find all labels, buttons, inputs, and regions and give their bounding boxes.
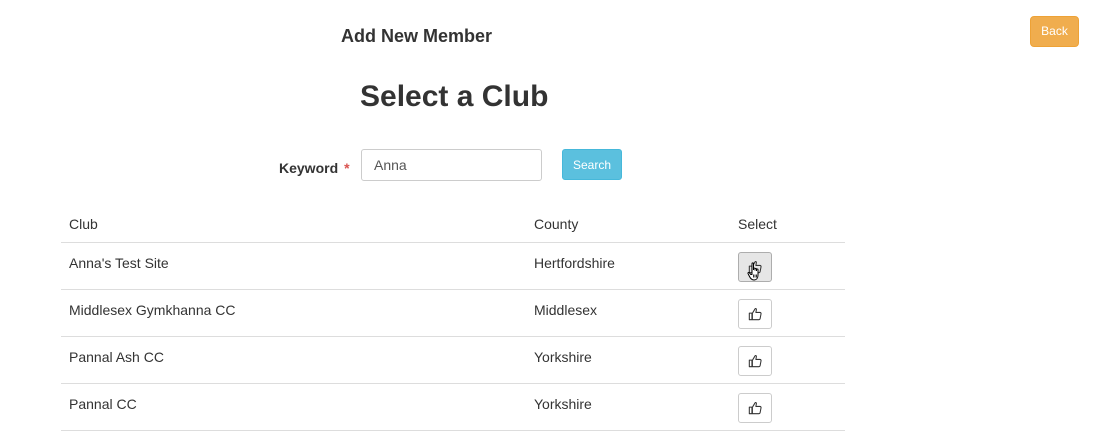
- clubs-table: Club County Select Anna's Test Site Hert…: [61, 206, 845, 431]
- keyword-label: Keyword *: [279, 160, 350, 176]
- page-header-title: Add New Member: [341, 26, 493, 46]
- county-cell: Yorkshire: [534, 349, 592, 365]
- table-row: Pannal Ash CC Yorkshire: [61, 337, 845, 384]
- thumbs-up-icon: [748, 402, 762, 415]
- keyword-input[interactable]: [361, 149, 542, 181]
- select-cell: [730, 290, 845, 336]
- column-header-select: Select: [738, 216, 777, 232]
- thumbs-up-icon: [748, 261, 762, 274]
- section-title: Select a Club: [360, 80, 549, 113]
- county-cell: Yorkshire: [534, 396, 592, 412]
- county-cell: Middlesex: [534, 302, 598, 318]
- column-header-county: County: [534, 216, 579, 232]
- select-club-button[interactable]: [738, 299, 772, 329]
- select-cell: [730, 384, 845, 430]
- club-name-cell: Pannal Ash CC: [69, 349, 164, 365]
- club-name-cell: Pannal CC: [69, 396, 137, 412]
- search-button[interactable]: Search: [562, 149, 622, 180]
- required-marker: *: [344, 160, 350, 176]
- county-cell: Hertfordshire: [534, 255, 615, 271]
- table-row: Anna's Test Site Hertfordshire: [61, 243, 845, 290]
- select-club-button[interactable]: [738, 346, 772, 376]
- select-club-button[interactable]: [738, 252, 772, 282]
- back-button[interactable]: Back: [1030, 16, 1079, 47]
- table-header-row: Club County Select: [61, 206, 845, 243]
- add-member-page: Add New Member Back Select a Club Keywor…: [0, 0, 1109, 431]
- thumbs-up-icon: [748, 308, 762, 321]
- club-name-cell: Middlesex Gymkhanna CC: [69, 302, 236, 318]
- select-club-button[interactable]: [738, 393, 772, 423]
- column-header-club: Club: [69, 216, 98, 232]
- keyword-label-text: Keyword: [279, 160, 339, 176]
- thumbs-up-icon: [748, 355, 762, 368]
- table-row: Middlesex Gymkhanna CC Middlesex: [61, 290, 845, 337]
- select-cell: [730, 243, 845, 289]
- table-row: Pannal CC Yorkshire: [61, 384, 845, 431]
- club-name-cell: Anna's Test Site: [69, 255, 169, 271]
- select-cell: [730, 337, 845, 383]
